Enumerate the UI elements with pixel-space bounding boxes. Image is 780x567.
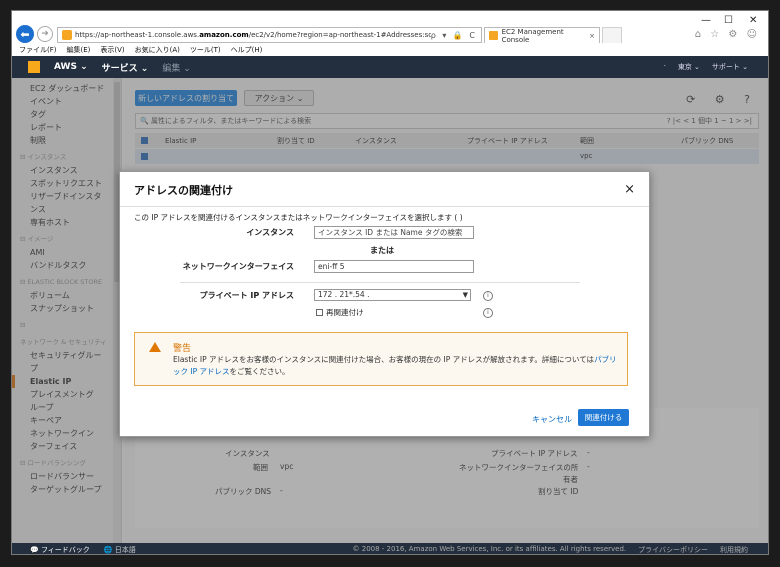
url-text: https://ap-northeast-1.console.aws.amazo… — [75, 31, 431, 39]
support-menu[interactable]: サポート ⌄ — [712, 62, 748, 72]
dialog-description: この IP アドレスを関連付けるインスタンスまたはネットワークインターフェイスを… — [134, 213, 463, 222]
menu-favorites[interactable]: お気に入り(A) — [135, 45, 180, 55]
browser-tab[interactable]: EC2 Management Console × — [484, 27, 600, 44]
footer: 💬 フィードバック 🌐 日本語 © 2008 - 2016, Amazon We… — [12, 543, 768, 555]
private-ip-info-icon[interactable]: i — [483, 291, 493, 301]
address-bar-icons[interactable]: ρ ▾ 🔒 C — [431, 31, 481, 40]
dialog-title: アドレスの関連付け — [134, 184, 233, 197]
aws-navbar: AWS ⌄ サービス ⌄ 編集 ⌄ · 東京 ⌄ サポート ⌄ — [12, 56, 768, 78]
menu-help[interactable]: ヘルプ(H) — [231, 45, 263, 55]
close-window-button[interactable]: ✕ — [749, 15, 757, 26]
dialog-divider — [120, 206, 649, 207]
private-ip-value: 172 . 21*.54 . — [318, 290, 370, 299]
maximize-button[interactable]: ☐ — [724, 15, 733, 26]
instance-label: インスタンス — [246, 228, 294, 237]
aws-menu[interactable]: AWS ⌄ — [54, 62, 88, 72]
language-selector[interactable]: 🌐 日本語 — [104, 545, 136, 555]
tab-close-icon[interactable]: × — [589, 32, 599, 40]
reassociation-label: 再関連付け — [326, 308, 364, 317]
private-ip-label: プライベート IP アドレス — [199, 291, 294, 300]
associate-button[interactable]: 関連付ける — [578, 409, 629, 426]
feedback-link[interactable]: 💬 フィードバック — [12, 545, 90, 555]
warning-box: 警告 Elastic IP アドレスをお客様のインスタンスに関連付けた場合、お客… — [134, 332, 628, 386]
cancel-button[interactable]: キャンセル — [532, 414, 572, 425]
minimize-button[interactable]: — — [701, 15, 711, 26]
site-icon — [62, 30, 72, 40]
network-interface-label: ネットワークインターフェイス — [182, 262, 294, 271]
menu-file[interactable]: ファイル(F) — [19, 45, 57, 55]
chevron-down-icon: ▼ — [462, 291, 468, 299]
address-bar[interactable]: https://ap-northeast-1.console.aws.amazo… — [57, 27, 482, 43]
warning-icon — [149, 342, 161, 352]
or-label: または — [370, 246, 394, 255]
services-menu[interactable]: サービス ⌄ — [102, 61, 149, 74]
back-button[interactable]: ⬅ — [16, 25, 34, 43]
network-interface-input[interactable]: eni-ff 5 — [314, 260, 474, 273]
reassociation-info-icon[interactable]: i — [483, 308, 493, 318]
region-menu[interactable]: 東京 ⌄ — [678, 62, 700, 72]
associate-address-dialog: アドレスの関連付け × この IP アドレスを関連付けるインスタンスまたはネット… — [119, 171, 650, 437]
aws-favicon-icon — [489, 31, 498, 40]
menu-view[interactable]: 表示(V) — [100, 45, 124, 55]
privacy-link[interactable]: プライバシーポリシー — [638, 545, 708, 555]
close-icon[interactable]: × — [624, 182, 635, 197]
instance-search-input[interactable]: インスタンス ID または Name タグの検索 — [314, 226, 474, 239]
forward-button[interactable]: ➜ — [37, 26, 53, 42]
reassociation-checkbox[interactable] — [316, 309, 323, 316]
aws-cube-icon[interactable] — [28, 61, 40, 73]
menu-edit[interactable]: 編集(E) — [67, 45, 91, 55]
copyright: © 2008 - 2016, Amazon Web Services, Inc.… — [352, 544, 627, 553]
browser-toolbar-icons[interactable]: ⌂ ☆ ⚙ ☺ — [695, 29, 760, 40]
menu-bar: ファイル(F) 編集(E) 表示(V) お気に入り(A) ツール(T) ヘルプ(… — [12, 43, 768, 56]
private-ip-select[interactable]: 172 . 21*.54 . ▼ — [314, 289, 471, 301]
edit-menu[interactable]: 編集 ⌄ — [162, 61, 190, 74]
nav-dot: · — [663, 62, 666, 70]
new-tab-button[interactable] — [602, 27, 622, 44]
menu-tools[interactable]: ツール(T) — [190, 45, 221, 55]
terms-link[interactable]: 利用規約 — [720, 545, 748, 555]
warning-text: Elastic IP アドレスをお客様のインスタンスに関連付けた場合、お客様の現… — [173, 355, 617, 376]
tab-title: EC2 Management Console — [501, 27, 564, 44]
warning-title: 警告 — [173, 344, 192, 354]
form-divider — [180, 282, 580, 283]
